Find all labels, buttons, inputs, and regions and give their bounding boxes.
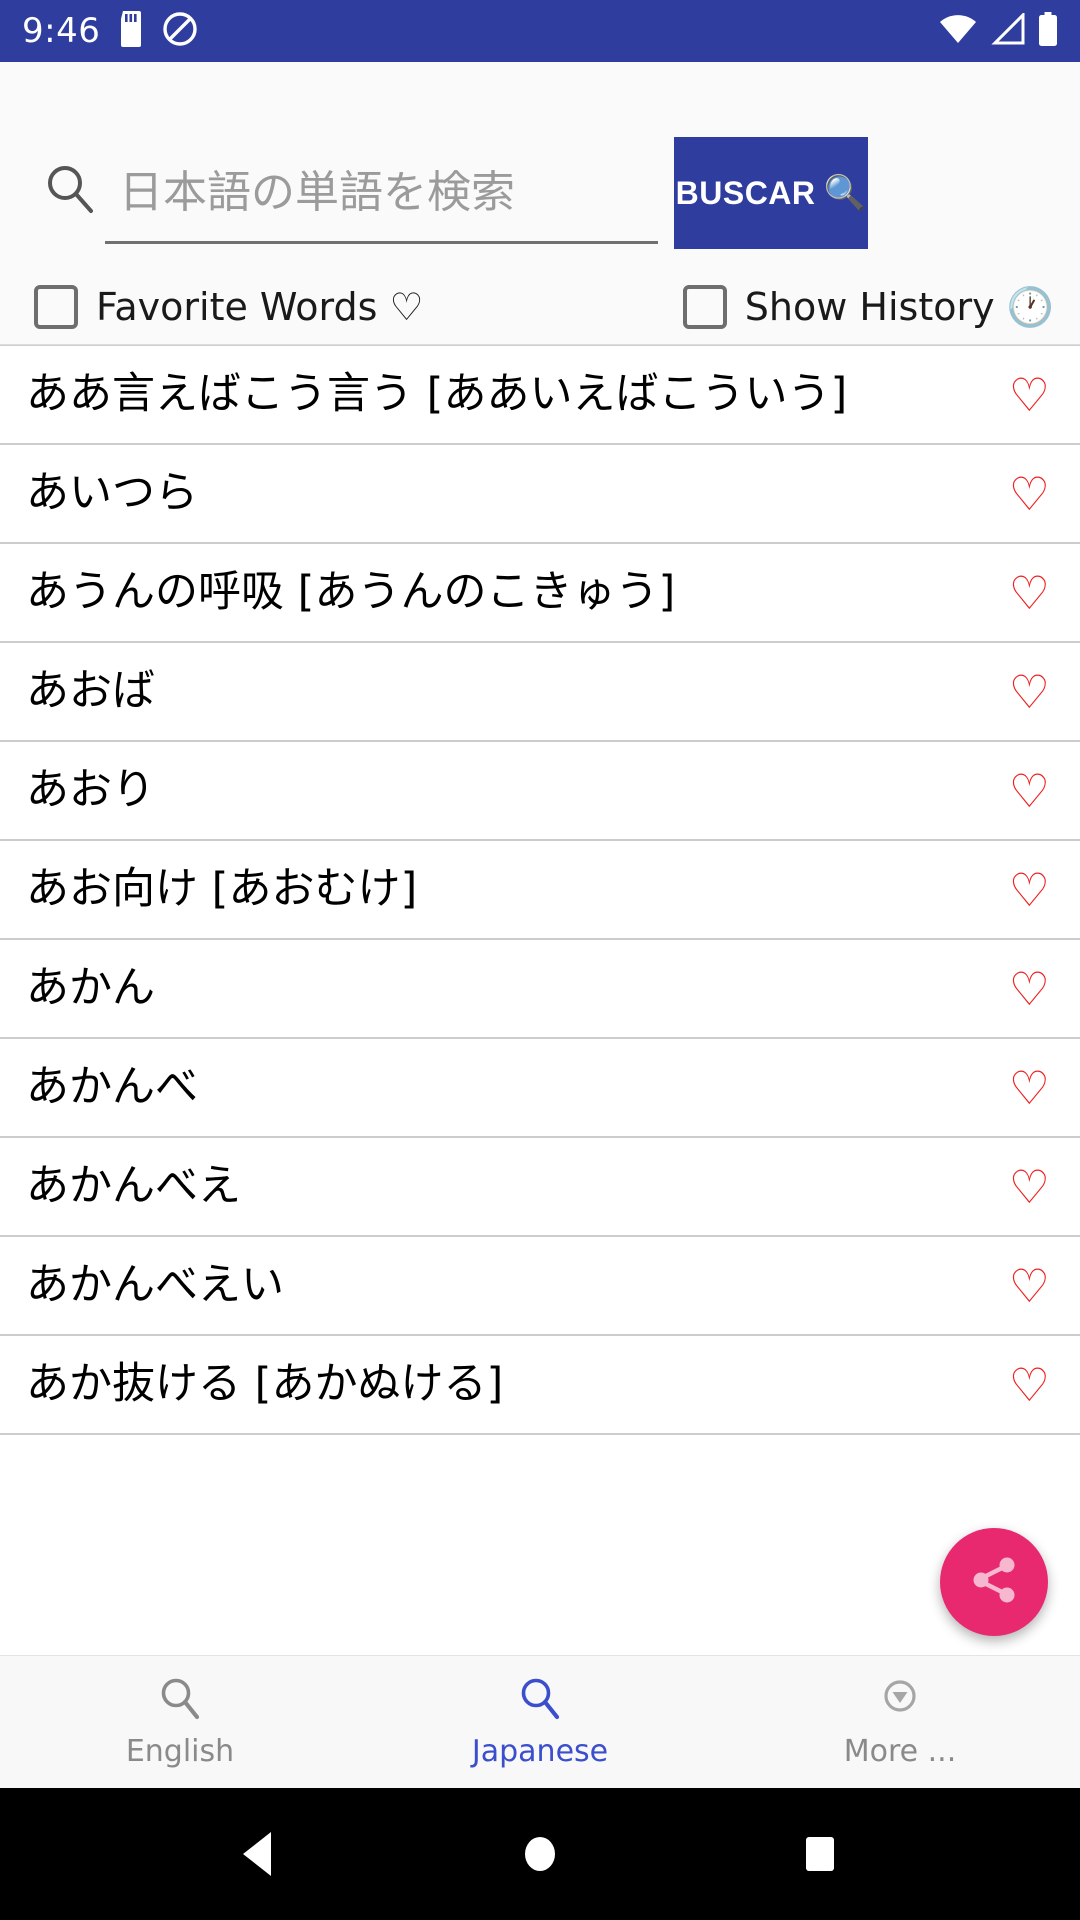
heart-outline-icon[interactable]: ♡ — [1009, 1263, 1050, 1309]
word-list-item[interactable]: あおり ♡ — [0, 742, 1080, 841]
heart-outline-icon[interactable]: ♡ — [1009, 966, 1050, 1012]
nav-tab-more[interactable]: More ... — [720, 1675, 1080, 1769]
show-history-label: Show History 🕐 — [744, 284, 1054, 329]
word-list-item-label: あいつら — [26, 468, 198, 518]
share-icon — [967, 1553, 1021, 1612]
nav-tab-japanese-label: Japanese — [471, 1734, 609, 1769]
word-list-item[interactable]: あか抜ける [あかぬける] ♡ — [0, 1336, 1080, 1435]
show-history-checkbox-item[interactable]: Show History 🕐 — [682, 284, 1054, 330]
bottom-navigation: English Japanese More ... — [0, 1655, 1080, 1788]
search-input-placeholder: 日本語の単語を検索 — [119, 166, 515, 218]
word-list-item[interactable]: ああ言えばこう言う [ああいえばこういう] ♡ — [0, 346, 1080, 445]
word-list-item[interactable]: あいつら ♡ — [0, 445, 1080, 544]
favorite-words-checkbox[interactable] — [34, 285, 78, 329]
word-list-item-label: あかんべえい — [26, 1260, 284, 1310]
word-list-item[interactable]: あかんべえ ♡ — [0, 1138, 1080, 1237]
heart-outline-icon[interactable]: ♡ — [1009, 1065, 1050, 1111]
do-not-disturb-icon — [162, 11, 198, 52]
word-list-item[interactable]: あお向け [あおむけ] ♡ — [0, 841, 1080, 940]
heart-outline-icon[interactable]: ♡ — [1009, 867, 1050, 913]
word-list[interactable]: ああ言えばこう言う [ああいえばこういう] ♡ あいつら ♡ あうんの呼吸 [あうんのこ… — [0, 345, 1080, 1655]
word-list-item-label: あかん — [26, 963, 155, 1013]
status-bar-left: 9:46 — [22, 10, 198, 52]
status-bar: 9:46 — [0, 0, 1080, 62]
search-icon — [157, 1675, 203, 1726]
favorite-words-label: Favorite Words ♡ — [96, 285, 424, 329]
home-icon[interactable] — [517, 1829, 563, 1879]
nav-tab-japanese[interactable]: Japanese — [360, 1675, 720, 1769]
word-list-item-label: ああ言えばこう言う [ああいえばこういう] — [26, 369, 848, 419]
word-list-item[interactable]: あかんべえい ♡ — [0, 1237, 1080, 1336]
word-list-item-label: あかんべ — [26, 1062, 198, 1112]
heart-outline-icon[interactable]: ♡ — [1009, 471, 1050, 517]
word-list-item-label: あか抜ける [あかぬける] — [26, 1359, 504, 1409]
nav-tab-english[interactable]: English — [0, 1675, 360, 1769]
back-icon[interactable] — [237, 1829, 283, 1879]
word-list-item-label: あお向け [あおむけ] — [26, 864, 418, 914]
status-bar-right — [938, 10, 1058, 51]
search-icon — [517, 1675, 563, 1726]
heart-outline-icon[interactable]: ♡ — [1009, 570, 1050, 616]
sd-card-icon — [116, 10, 146, 52]
app-screen: 9:46 日本語の単語を検索 BUSCAR 🔍 Favorite Words ♡… — [0, 0, 1080, 1920]
word-list-item-label: あおり — [26, 765, 155, 815]
show-history-checkbox[interactable] — [682, 285, 727, 329]
nav-tab-more-label: More ... — [843, 1734, 957, 1769]
search-submit-label: BUSCAR — [675, 174, 816, 211]
filter-row: Favorite Words ♡ Show History 🕐 — [0, 270, 1080, 345]
word-list-item[interactable]: あかん ♡ — [0, 940, 1080, 1039]
favorite-words-checkbox-item[interactable]: Favorite Words ♡ — [34, 285, 424, 329]
nav-tab-english-label: English — [125, 1734, 235, 1769]
search-submit-button[interactable]: BUSCAR 🔍 — [674, 137, 868, 249]
heart-outline-icon[interactable]: ♡ — [1009, 372, 1050, 418]
word-list-item[interactable]: あかんべ ♡ — [0, 1039, 1080, 1138]
word-list-item-label: あおば — [26, 666, 155, 716]
word-list-item-label: あかんべえ — [26, 1161, 241, 1211]
magnifier-emoji-icon: 🔍 — [823, 173, 867, 213]
recents-icon[interactable] — [797, 1829, 843, 1879]
word-list-item-label: あうんの呼吸 [あうんのこきゅう] — [26, 567, 676, 617]
search-bar-area: 日本語の単語を検索 BUSCAR 🔍 — [0, 62, 1080, 270]
wifi-icon — [938, 13, 978, 50]
heart-outline-icon[interactable]: ♡ — [1009, 1164, 1050, 1210]
heart-outline-icon[interactable]: ♡ — [1009, 1362, 1050, 1408]
share-fab-button[interactable] — [940, 1528, 1048, 1636]
heart-outline-icon[interactable]: ♡ — [1009, 669, 1050, 715]
cellular-signal-icon — [990, 10, 1026, 50]
android-navigation-bar — [0, 1788, 1080, 1920]
battery-icon — [1038, 11, 1058, 51]
word-list-item[interactable]: あうんの呼吸 [あうんのこきゅう] ♡ — [0, 544, 1080, 643]
word-list-item[interactable]: あおば ♡ — [0, 643, 1080, 742]
status-time: 9:46 — [22, 11, 101, 51]
heart-outline-icon[interactable]: ♡ — [1009, 768, 1050, 814]
chevron-down-circle-icon — [877, 1675, 923, 1726]
search-input[interactable]: 日本語の単語を検索 — [105, 134, 658, 244]
search-icon — [44, 162, 96, 214]
